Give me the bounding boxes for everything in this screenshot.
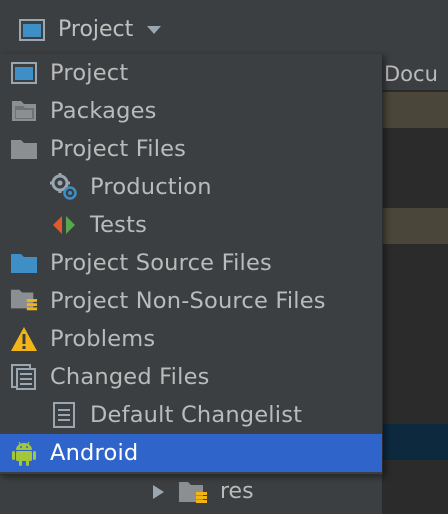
menu-item-label: Project Source Files xyxy=(50,250,272,276)
packages-icon xyxy=(10,97,38,125)
menu-item-label: Changed Files xyxy=(50,364,210,390)
menu-item-project[interactable]: Project xyxy=(0,54,382,92)
android-icon xyxy=(10,439,38,467)
chevron-down-icon[interactable] xyxy=(145,21,163,39)
non-source-folder-icon xyxy=(10,286,38,314)
tree-selection-strip xyxy=(382,424,448,460)
menu-item-label: Packages xyxy=(50,98,157,124)
menu-item-label: Default Changelist xyxy=(90,402,303,428)
menu-item-label: Android xyxy=(50,440,139,466)
menu-item-label: Project Files xyxy=(50,136,187,162)
menu-item-label: Production xyxy=(90,174,212,200)
tests-arrows-icon xyxy=(50,211,78,239)
menu-item-label: Project xyxy=(50,60,129,86)
editor-line-highlight xyxy=(382,208,448,244)
source-folder-icon xyxy=(10,249,38,277)
tree-node-label: res xyxy=(220,479,254,504)
menu-item-packages[interactable]: Packages xyxy=(0,92,382,130)
project-view-popup-menu: Project Packages Project Files Productio… xyxy=(0,54,383,475)
folder-icon xyxy=(10,135,38,163)
menu-item-default-changelist[interactable]: Default Changelist xyxy=(0,396,382,434)
expand-arrow-icon[interactable] xyxy=(150,484,166,500)
project-view-title: Project xyxy=(58,17,134,42)
ide-window: Project Docu res Project Packages Projec… xyxy=(0,0,448,514)
folder-res-icon xyxy=(178,479,208,505)
menu-item-production[interactable]: Production xyxy=(0,168,382,206)
menu-item-changed-files[interactable]: Changed Files xyxy=(0,358,382,396)
tool-window-header: Project xyxy=(0,0,448,59)
menu-item-project-source-files[interactable]: Project Source Files xyxy=(0,244,382,282)
menu-item-label: Problems xyxy=(50,326,156,352)
production-gear-icon xyxy=(50,173,78,201)
editor-line-highlight xyxy=(382,92,448,128)
project-window-icon xyxy=(10,59,38,87)
project-window-icon xyxy=(18,16,46,44)
menu-item-project-files[interactable]: Project Files xyxy=(0,130,382,168)
changed-files-icon xyxy=(10,363,38,391)
menu-item-problems[interactable]: Problems xyxy=(0,320,382,358)
menu-item-tests[interactable]: Tests xyxy=(0,206,382,244)
tree-node-res[interactable]: res xyxy=(150,478,254,506)
changelist-icon xyxy=(50,401,78,429)
menu-item-android[interactable]: Android xyxy=(0,434,382,472)
project-view-selector[interactable]: Project xyxy=(18,16,163,44)
editor-tab-label: Docu xyxy=(384,62,438,86)
menu-item-label: Project Non-Source Files xyxy=(50,288,326,314)
menu-item-label: Tests xyxy=(90,212,148,238)
menu-item-project-non-source-files[interactable]: Project Non-Source Files xyxy=(0,282,382,320)
warning-icon xyxy=(10,325,38,353)
